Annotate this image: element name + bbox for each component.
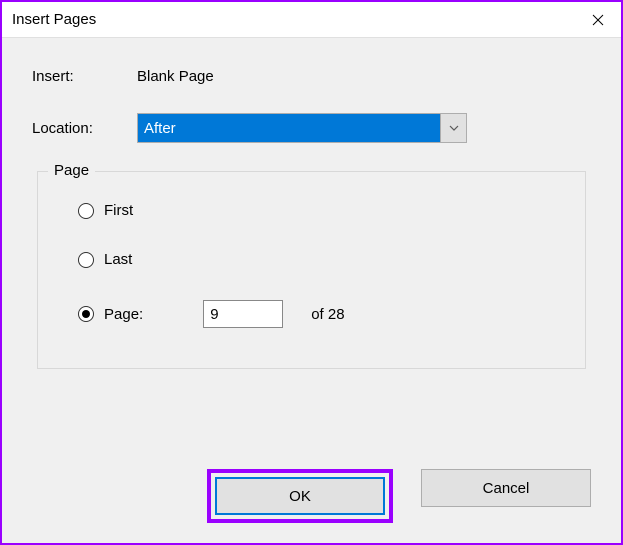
- page-total-text: of 28: [311, 306, 344, 323]
- close-button[interactable]: [575, 2, 621, 38]
- location-select[interactable]: After: [137, 113, 467, 143]
- radio-first-row: First: [78, 202, 545, 219]
- ok-highlight-box: OK: [207, 469, 393, 523]
- close-icon: [592, 14, 604, 26]
- radio-last-row: Last: [78, 251, 545, 268]
- button-bar: OK Cancel: [2, 469, 621, 543]
- insert-value: Blank Page: [137, 68, 214, 85]
- radio-first-label[interactable]: First: [104, 202, 133, 219]
- radio-last-label[interactable]: Last: [104, 251, 132, 268]
- ok-button-label: OK: [289, 488, 311, 505]
- window-title: Insert Pages: [12, 11, 96, 28]
- page-group: Page First Last Page: of 28: [37, 171, 586, 369]
- radio-page[interactable]: [78, 306, 94, 322]
- cancel-button-label: Cancel: [483, 480, 530, 497]
- page-number-input[interactable]: [203, 300, 283, 328]
- radio-first[interactable]: [78, 203, 94, 219]
- radio-page-label[interactable]: Page:: [104, 306, 143, 323]
- location-label: Location:: [32, 120, 137, 137]
- insert-pages-dialog: Insert Pages Insert: Blank Page Location…: [0, 0, 623, 545]
- page-group-legend: Page: [48, 162, 95, 179]
- insert-label: Insert:: [32, 68, 137, 85]
- radio-page-row: Page: of 28: [78, 300, 545, 328]
- location-selected: After: [138, 114, 440, 142]
- location-row: Location: After: [32, 113, 591, 143]
- insert-row: Insert: Blank Page: [32, 68, 591, 85]
- radio-last[interactable]: [78, 252, 94, 268]
- ok-button[interactable]: OK: [215, 477, 385, 515]
- dialog-content: Insert: Blank Page Location: After Page …: [2, 38, 621, 469]
- chevron-down-icon: [440, 114, 466, 142]
- titlebar: Insert Pages: [2, 2, 621, 38]
- cancel-button[interactable]: Cancel: [421, 469, 591, 507]
